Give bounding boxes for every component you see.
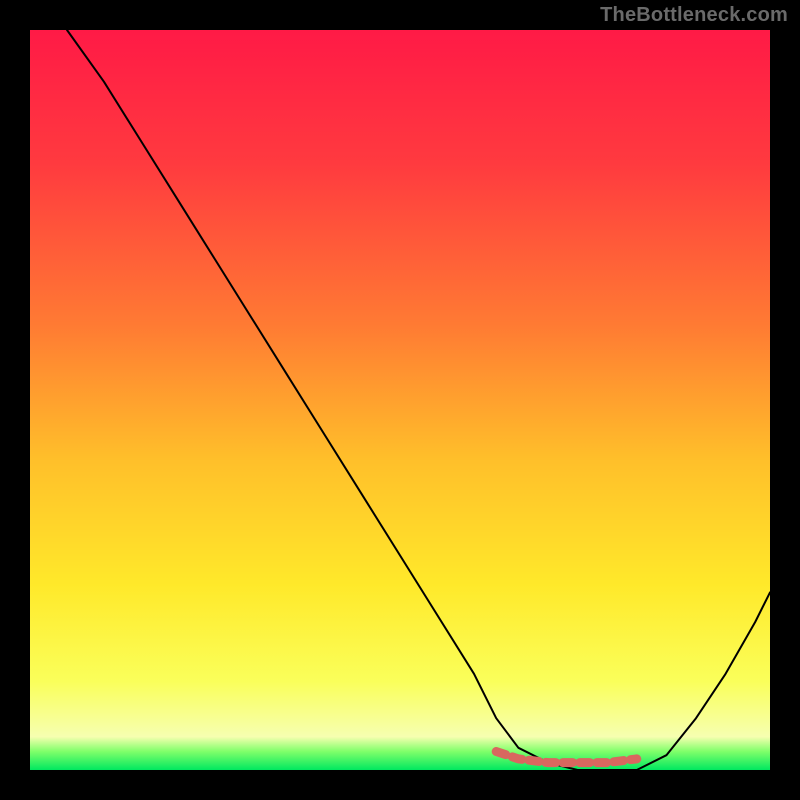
watermark-label: TheBottleneck.com — [600, 4, 788, 27]
bottleneck-chart — [0, 0, 800, 800]
chart-container: TheBottleneck.com — [0, 0, 800, 800]
